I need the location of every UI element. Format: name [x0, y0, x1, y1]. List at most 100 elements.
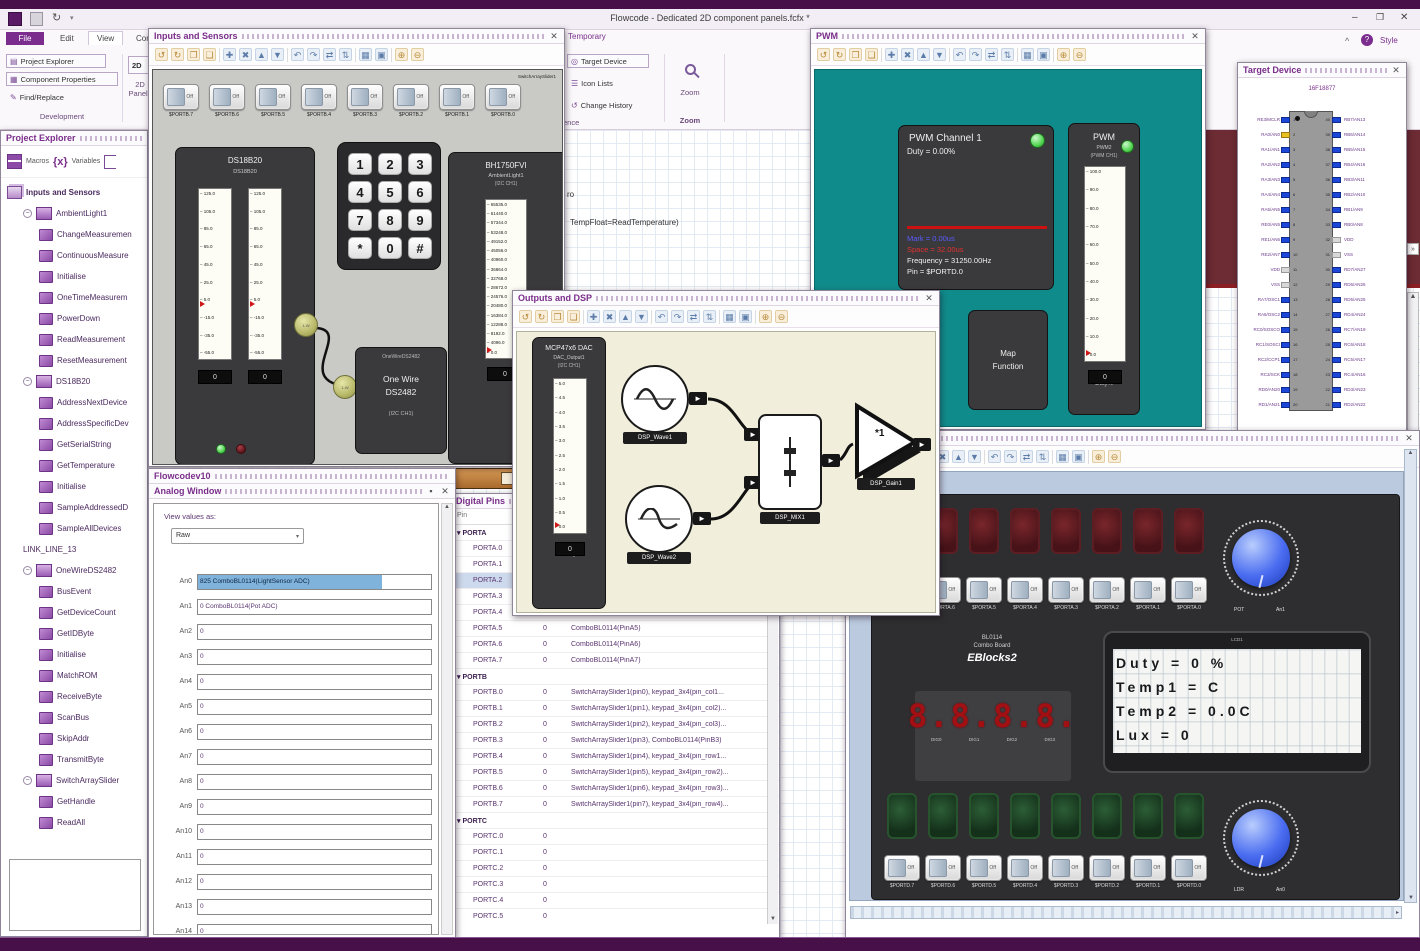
- pin-pad[interactable]: [1332, 267, 1341, 273]
- analog-value-field[interactable]: 0: [197, 823, 432, 840]
- toggle-switch[interactable]: Off: [347, 84, 383, 110]
- toggle-switch[interactable]: Off: [439, 84, 475, 110]
- rotate-right-icon[interactable]: ↷: [1004, 450, 1017, 463]
- tab-edit[interactable]: Edit: [52, 32, 82, 45]
- toggle-switch[interactable]: Off: [1007, 855, 1043, 881]
- keypad-key[interactable]: 7: [348, 209, 372, 231]
- close-icon[interactable]: ✕: [924, 292, 934, 305]
- snap-icon[interactable]: ▣: [1072, 450, 1085, 463]
- pin-pad[interactable]: [1281, 132, 1290, 138]
- tree-expander-icon[interactable]: −: [23, 566, 32, 575]
- undo-icon[interactable]: ↺: [817, 48, 830, 61]
- tree-item[interactable]: − AmbientLight1: [3, 203, 147, 224]
- close-icon[interactable]: ✕: [440, 485, 450, 498]
- macros-tab-label[interactable]: Macros: [26, 158, 49, 165]
- eblocks-horizontal-scrollbar[interactable]: ▸: [850, 906, 1402, 919]
- keypad-key[interactable]: 1: [348, 153, 372, 175]
- close-icon[interactable]: ✕: [549, 30, 559, 43]
- paste-icon[interactable]: ❏: [567, 310, 580, 323]
- ribbon-collapse-button[interactable]: ^: [1345, 36, 1349, 46]
- tree-item[interactable]: OneTimeMeasurem: [3, 287, 147, 308]
- tree-item[interactable]: Inputs and Sensors: [3, 182, 147, 203]
- tree-item[interactable]: Initialise: [3, 476, 147, 497]
- style-menu[interactable]: Style: [1380, 36, 1398, 45]
- dsp-wave2-node[interactable]: [625, 485, 693, 553]
- pin-pad[interactable]: [1281, 387, 1290, 393]
- pin-pad[interactable]: [1332, 162, 1341, 168]
- flowchart-canvas-bottom[interactable]: [780, 595, 845, 938]
- dsp-window-titlebar[interactable]: Outputs and DSP ✕: [513, 291, 939, 306]
- tree-item[interactable]: ScanBus: [3, 707, 147, 728]
- tree-item[interactable]: SkipAddr: [3, 728, 147, 749]
- pin-pad[interactable]: [1281, 282, 1290, 288]
- tab-components[interactable]: Com: [128, 32, 150, 45]
- tree-item[interactable]: MatchROM: [3, 665, 147, 686]
- close-icon[interactable]: ✕: [1391, 64, 1401, 77]
- send-back-icon[interactable]: ▼: [968, 450, 981, 463]
- snap-icon[interactable]: ▣: [739, 310, 752, 323]
- inputs-window-titlebar[interactable]: Inputs and Sensors ✕: [149, 29, 564, 44]
- delete-component-icon[interactable]: ✖: [239, 48, 252, 61]
- tab-file[interactable]: File: [6, 32, 44, 45]
- send-back-icon[interactable]: ▼: [635, 310, 648, 323]
- tree-item[interactable]: SampleAddressedD: [3, 497, 147, 518]
- maximize-button[interactable]: ❐: [1376, 12, 1384, 23]
- tab-temporary[interactable]: Temporary: [568, 32, 606, 41]
- scroll-down-arrow-icon[interactable]: ▼: [1408, 895, 1414, 901]
- delete-component-icon[interactable]: ✖: [901, 48, 914, 61]
- rotate-right-icon[interactable]: ↷: [307, 48, 320, 61]
- tree-expander-icon[interactable]: −: [23, 377, 32, 386]
- pin-pad[interactable]: [1281, 252, 1290, 258]
- pin-icon[interactable]: ▪: [426, 485, 436, 498]
- flip-vertical-icon[interactable]: ⇅: [1036, 450, 1049, 463]
- tree-item[interactable]: ReceiveByte: [3, 686, 147, 707]
- tree-item[interactable]: ReadAll: [3, 812, 147, 833]
- close-icon[interactable]: ✕: [1404, 432, 1414, 445]
- digital-pin-row[interactable]: PORTC.1 0: [451, 845, 779, 861]
- tree-item[interactable]: GetTemperature: [3, 455, 147, 476]
- rotate-left-icon[interactable]: ↶: [988, 450, 1001, 463]
- objects-icon[interactable]: [104, 154, 117, 169]
- tree-item[interactable]: Initialise: [3, 644, 147, 665]
- digital-pin-row[interactable]: PORTC.5 0: [451, 909, 779, 920]
- bring-front-icon[interactable]: ▲: [619, 310, 632, 323]
- tree-item[interactable]: − OneWireDS2482: [3, 560, 147, 581]
- delete-component-icon[interactable]: ✖: [603, 310, 616, 323]
- pin-pad[interactable]: [1332, 402, 1341, 408]
- digital-pin-row[interactable]: PORTA.6 0 ComboBL0114(PinA6): [451, 637, 779, 653]
- pin-pad[interactable]: [1332, 342, 1341, 348]
- change-history-menu-item[interactable]: ↺ Change History: [567, 98, 659, 112]
- analog-value-field[interactable]: 0: [197, 698, 432, 715]
- snap-icon[interactable]: ▣: [375, 48, 388, 61]
- analog-scrollbar[interactable]: ▲: [441, 503, 453, 935]
- tree-item[interactable]: − SwitchArraySlider: [3, 770, 147, 791]
- rotate-left-icon[interactable]: ↶: [291, 48, 304, 61]
- dsp-mix-node[interactable]: [758, 414, 822, 510]
- snap-icon[interactable]: ▣: [1037, 48, 1050, 61]
- analog-value-field[interactable]: 825 ComboBL0114(LightSensor ADC): [197, 573, 432, 590]
- mix-output-connector[interactable]: ►: [822, 454, 840, 467]
- toggle-switch[interactable]: Off: [925, 855, 961, 881]
- redo-icon[interactable]: ↻: [833, 48, 846, 61]
- pin-pad[interactable]: [1332, 147, 1341, 153]
- flip-horizontal-icon[interactable]: ⇄: [323, 48, 336, 61]
- pin-pad[interactable]: [1281, 237, 1290, 243]
- zoom-out-icon[interactable]: ⊖: [775, 310, 788, 323]
- pin-pad[interactable]: [1332, 222, 1341, 228]
- grid-icon[interactable]: ▦: [1021, 48, 1034, 61]
- digital-pin-row[interactable]: PORTC.0 0: [451, 829, 779, 845]
- tree-item[interactable]: ReadMeasurement: [3, 329, 147, 350]
- keypad-key[interactable]: 6: [408, 181, 432, 203]
- copy-icon[interactable]: ❐: [849, 48, 862, 61]
- pin-pad[interactable]: [1281, 297, 1290, 303]
- scroll-up-arrow-icon[interactable]: ▲: [442, 504, 452, 510]
- pin-pad[interactable]: [1332, 192, 1341, 198]
- tree-item[interactable]: GetIDByte: [3, 623, 147, 644]
- zoom-out-icon[interactable]: ⊖: [411, 48, 424, 61]
- pin-pad[interactable]: [1332, 297, 1341, 303]
- bring-front-icon[interactable]: ▲: [917, 48, 930, 61]
- keypad-key[interactable]: 5: [378, 181, 402, 203]
- rotate-right-icon[interactable]: ↷: [969, 48, 982, 61]
- dsp-wave1-node[interactable]: [621, 365, 689, 433]
- copy-icon[interactable]: ❐: [551, 310, 564, 323]
